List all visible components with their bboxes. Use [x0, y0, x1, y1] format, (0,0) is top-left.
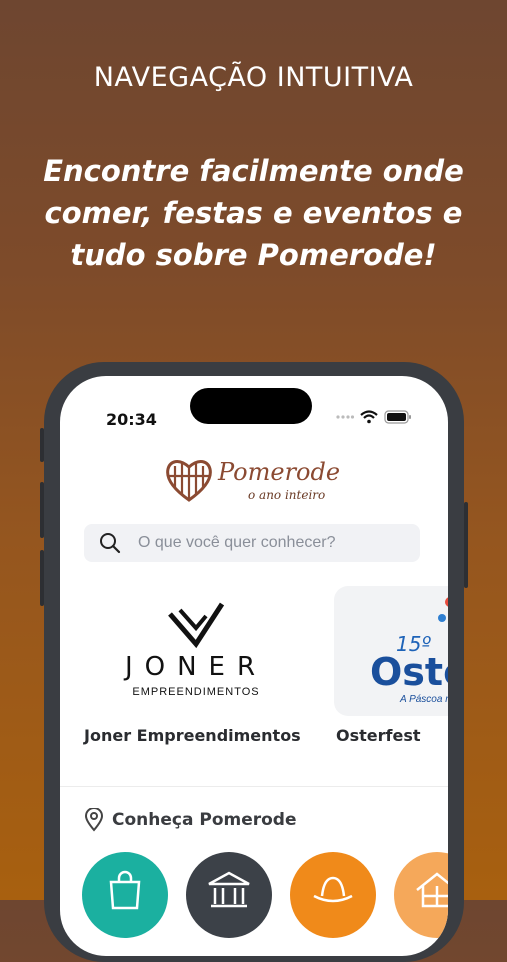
phone-side-button: [40, 428, 44, 462]
phone-volume-up: [40, 482, 44, 538]
tagline: Encontre facilmente onde comer, festas e…: [43, 154, 464, 272]
carousel-card-osterfest[interactable]: 15º Oste A Páscoa m: [334, 586, 448, 716]
house-icon: [416, 872, 448, 908]
carousel-card-joner[interactable]: JONER EMPREENDIMENTOS: [82, 586, 310, 716]
location-pin-icon: [84, 808, 104, 832]
museum-icon: [208, 871, 250, 908]
phone-volume-down: [40, 550, 44, 606]
logo-name: Pomerode: [218, 458, 341, 486]
status-icons: [336, 410, 412, 424]
signal-dots-icon: [336, 415, 354, 419]
category-museum[interactable]: [186, 852, 272, 938]
joner-logo-text: JONER: [124, 652, 268, 682]
category-house[interactable]: [394, 852, 448, 938]
shopping-bag-icon: [109, 870, 141, 910]
osterfest-script: A Páscoa m: [400, 694, 448, 705]
carousel-title-joner[interactable]: Joner Empreendimentos: [84, 726, 301, 745]
carousel-title-osterfest[interactable]: Osterfest: [336, 726, 421, 745]
joner-logo-subtext: EMPREENDIMENTOS: [132, 686, 260, 698]
search-input[interactable]: [136, 533, 400, 553]
phone-power-button: [464, 502, 468, 588]
category-shopping[interactable]: [82, 852, 168, 938]
section-title: Conheça Pomerode: [112, 810, 297, 830]
heart-logo-icon: [166, 460, 212, 502]
category-hat[interactable]: [290, 852, 376, 938]
app-screen: 20:34 Pomerode o ano inteiro O que você …: [60, 376, 448, 956]
section-divider: [60, 786, 448, 787]
osterfest-logo-text: Oste: [370, 650, 448, 694]
joner-logo-icon: [168, 602, 225, 649]
easter-decoration-icon: [438, 597, 448, 622]
status-time: 20:34: [106, 410, 157, 429]
hat-icon: [313, 876, 353, 903]
phone-mockup: 20:34 Pomerode o ano inteiro O que você …: [40, 362, 468, 962]
headline: NAVEGAÇÃO INTUITIVA: [93, 62, 414, 93]
search-icon: [100, 533, 121, 554]
pomerode-logo: Pomerode o ano inteiro: [164, 456, 344, 506]
section-header: Conheça Pomerode: [84, 808, 297, 832]
dynamic-island: [190, 388, 312, 424]
battery-icon: [384, 410, 411, 424]
logo-subtitle: o ano inteiro: [248, 488, 326, 502]
search-bar[interactable]: [84, 524, 420, 562]
wifi-icon: [360, 410, 378, 424]
